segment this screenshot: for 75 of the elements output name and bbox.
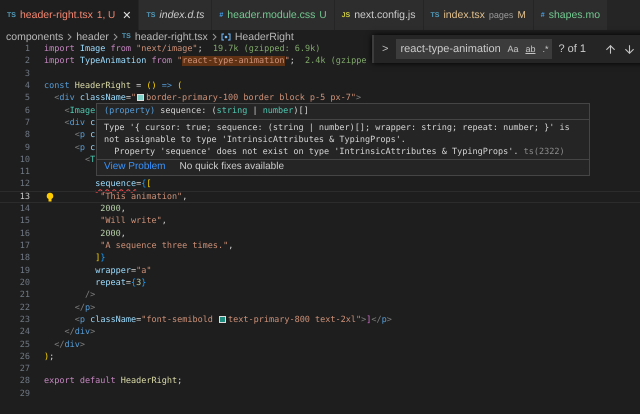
code-line: <T <box>84 154 96 166</box>
breadcrumb-item[interactable]: HeaderRight <box>234 30 294 42</box>
line-number: 11 <box>18 166 30 178</box>
code-line: </div> <box>54 338 85 351</box>
view-problem-link[interactable]: View Problem <box>104 161 166 173</box>
line-number: 28 <box>18 375 30 388</box>
line-number: 17 <box>18 240 30 252</box>
line-number: 20 <box>18 276 30 290</box>
chevron-icon <box>212 32 217 40</box>
code-line: export default HeaderRight; <box>44 375 182 388</box>
line-number: 18 <box>18 252 30 265</box>
line-number: 13 <box>18 190 30 204</box>
code-line: repeat={3} <box>95 276 146 290</box>
symbol-icon <box>220 32 231 40</box>
line-number: 16 <box>18 228 30 240</box>
code-line: sequence={[ <box>95 178 152 191</box>
code-line: "A sequence three times.", <box>100 240 234 252</box>
line-number: 10 <box>18 154 30 166</box>
code-line: ]} <box>95 252 106 265</box>
quick-fix-note: No quick fixes available <box>180 161 284 173</box>
line-number: 23 <box>18 314 30 326</box>
code-line: const HeaderRight = () => ( <box>44 80 182 92</box>
code-line: import TypeAnimation from "react-type-animation"; 2.4k (gzippe <box>44 55 366 68</box>
line-number: 24 <box>18 326 30 338</box>
line-number: 7 <box>24 116 30 130</box>
breadcrumb-item[interactable]: components <box>6 30 64 42</box>
line-number: 6 <box>24 104 30 117</box>
arrow-up-icon[interactable] <box>604 42 618 56</box>
code-line: <p className="font-semibold text-primary-800 text-2xl">]</p> <box>74 314 392 326</box>
line-number: 4 <box>24 80 30 92</box>
toggle-replace-button[interactable]: > <box>380 43 390 55</box>
line-number: 27 <box>18 363 30 376</box>
breadcrumb-item[interactable]: header-right.tsx <box>134 30 208 42</box>
line-number: 19 <box>18 264 30 277</box>
code-line: <p c <box>74 129 96 142</box>
find-field[interactable]: react-type-animation Aa ab .* <box>396 39 552 59</box>
code-line: </div> <box>64 326 96 338</box>
arrow-down-icon[interactable] <box>623 42 636 56</box>
code-line: <div className=" border-primary-100 border block p-5 px-7"> <box>54 92 362 105</box>
line-number: 1 <box>24 43 30 56</box>
code-line: wrapper="a" <box>95 264 152 277</box>
line-number: 22 <box>18 302 30 314</box>
line-number: 21 <box>18 289 30 302</box>
line-number: 8 <box>24 129 30 142</box>
code-line: </p> <box>74 302 96 314</box>
code-line: import Image from "next/image"; 19.7k (gzipped: 6.9k) <box>44 43 320 56</box>
line-number: 12 <box>18 178 30 191</box>
code-line: /> <box>84 289 96 302</box>
line-number: 26 <box>18 350 30 364</box>
code-line: <p c <box>74 142 96 154</box>
line-number: 15 <box>18 215 30 228</box>
find-option-button[interactable]: ab <box>525 44 536 54</box>
chevron-icon <box>112 32 118 40</box>
line-number: 14 <box>18 203 30 216</box>
type-signature: (property) sequence: (string | number)[] <box>97 104 589 120</box>
chevron-icon <box>67 32 72 40</box>
find-option-button[interactable]: Aa <box>507 44 518 54</box>
code-line: "This animation", <box>100 190 188 204</box>
line-number: 29 <box>18 388 30 400</box>
code-line: <Image <box>64 104 96 117</box>
lightbulb-icon[interactable] <box>45 192 55 202</box>
line-number: 5 <box>24 92 30 105</box>
line-number: 9 <box>24 142 30 154</box>
find-option-button[interactable]: .* <box>542 44 548 54</box>
line-number: 25 <box>18 338 30 351</box>
line-number: 3 <box>24 68 30 80</box>
error-message: Type '{ cursor: true; sequence: (string | number)[]; wrapper: string; repeat: number; }' is not assignable to type 'IntrinsicAttributes & TypingProps'. Property 'sequence' does not exist on type 'IntrinsicAttributes & TypingProps'. ts(2322) <box>103 122 571 159</box>
code-line: "Will write", <box>100 215 167 228</box>
code-line: ); <box>44 350 54 364</box>
match-count: ? of 1 <box>558 43 586 55</box>
code-line: 2000, <box>100 203 126 216</box>
code-line: <div c <box>64 116 96 130</box>
code-line: 2000, <box>100 228 126 240</box>
line-number: 2 <box>24 55 30 68</box>
breadcrumb-item[interactable]: header <box>76 30 109 42</box>
